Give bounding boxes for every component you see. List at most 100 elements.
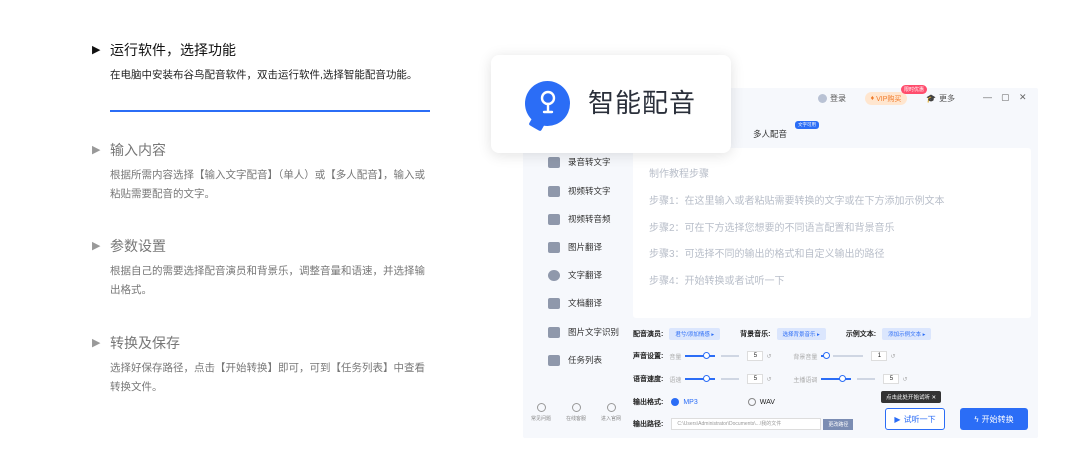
website-button[interactable]: 进入官网 [597,403,625,422]
triangle-right-icon: ▶ [92,240,101,252]
card-title: 智能配音 [588,88,697,118]
sidebar-item-ocr[interactable]: 图片文字识别 [548,326,619,338]
service-icon [571,403,581,412]
step-title: 输入内容 [110,142,166,158]
radio-wav[interactable] [747,398,756,406]
triangle-right-icon: ▶ [92,337,101,349]
website-label: 进入官网 [600,416,621,422]
sidebar-item-speech-to-text[interactable]: 录音转文字 [548,156,611,168]
try-listen-button[interactable]: ▶ 试听一下 [885,408,945,430]
step-3: ▶ 参数设置 根据自己的需要选择配音演员和背景乐，调整音量和语速，并选择输出格式。 [92,236,432,300]
format-label: 输出格式: [633,399,664,406]
step-title: 参数设置 [110,238,166,254]
try-label: 试听一下 [903,414,936,424]
sidebar-item-label: 录音转文字 [568,157,611,167]
volume-row: 声音设置: 音量 5 ↺ 背景音量 1 ↺ [633,351,895,361]
start-convert-button[interactable]: ϟ 开始转换 [960,408,1028,430]
reset-icon[interactable]: ↺ [890,353,895,360]
service-label: 在线客服 [565,416,586,422]
tutorial-line: 步骤4：开始转换或者试听一下 [649,275,785,287]
reset-icon[interactable]: ↺ [766,376,771,383]
video-icon [548,185,560,197]
smart-dubbing-icon [525,81,570,126]
speed-label: 语音速度: [633,376,664,383]
bg-volume-value[interactable]: 1 [871,351,888,361]
pitch-slider[interactable] [821,375,852,382]
tutorial-title: 制作教程步骤 [649,169,709,180]
wav-label[interactable]: WAV [760,399,775,406]
speed-slider[interactable] [685,375,716,382]
triangle-right-icon: ▶ [92,44,101,56]
start-label: 开始转换 [981,414,1014,424]
list-icon [548,354,560,366]
bgm-label: 背景音乐: [740,331,771,338]
pitch-value[interactable]: 5 [883,374,900,384]
sidebar-item-label: 视频转文字 [568,186,611,196]
slider-knob[interactable] [703,352,711,359]
speed-row: 语音速度: 语速 5 ↺ 主播语调 5 ↺ [633,374,907,384]
help-button[interactable]: 常见问题 [527,403,555,422]
try-tooltip: 点击此处开始试听 ✕ [881,391,942,403]
volume-slider[interactable] [685,352,716,359]
volume-sub: 音量 [669,354,682,361]
help-label: 常见问题 [530,416,551,422]
sidebar-item-image-translate[interactable]: 图片翻译 [548,241,602,253]
slider-knob[interactable] [703,375,711,382]
radio-mp3[interactable] [671,398,680,406]
reset-icon[interactable]: ↺ [902,376,907,383]
speed-sub: 语速 [669,377,682,384]
step-desc: 根据所需内容选择【输入文字配音】（单人）或【多人配音】，输入或粘贴需要配音的文字… [110,169,425,200]
actor-select[interactable]: 君兮/添加情感 ▸ [669,328,721,340]
sidebar-item-label: 文档翻译 [568,298,603,308]
image-icon [548,241,560,253]
slider-track [833,355,864,357]
vip-button[interactable]: ♦ VIP购买 [865,92,907,105]
sidebar-item-video-to-audio[interactable]: 视频转音频 [548,213,611,225]
tab-multi-voice[interactable]: 多人配音 [753,128,787,140]
step-2: ▶ 输入内容 根据所需内容选择【输入文字配音】（单人）或【多人配音】，输入或粘贴需… [92,140,432,204]
output-path-field[interactable]: C:\Users\Administrator\Documents\...\我的文… [671,418,822,430]
close-button[interactable]: ✕ [1019,92,1027,103]
sample-label: 示例文本: [845,331,877,338]
tutorial-line: 步骤1：在这里输入或者粘贴需要转换的文字或在下方添加示例文本 [649,196,945,207]
play-icon: ▶ [894,414,901,424]
sidebar-item-text-translate[interactable]: 文字翻译 [548,269,602,281]
sidebar-item-task-list[interactable]: 任务列表 [548,354,602,366]
sidebar-item-label: 图片翻译 [568,242,603,252]
mp3-label[interactable]: MP3 [683,399,697,406]
path-row: 输出路径: C:\Users\Administrator\Documents\.… [633,418,854,430]
actor-label: 配音演员: [633,331,664,338]
slider-knob[interactable] [839,375,847,382]
vip-label: VIP购买 [876,95,902,103]
login-button[interactable]: 登录 [818,93,846,104]
pitch-sub: 主播语调 [793,377,818,384]
slider-knob[interactable] [823,352,831,359]
service-button[interactable]: 在线客服 [562,403,590,422]
sidebar-item-doc-translate[interactable]: 文档翻译 [548,297,602,309]
bg-volume-sub: 背景音量 [793,354,818,361]
speed-value[interactable]: 5 [747,374,764,384]
vip-badge: 限时优惠 [901,85,928,94]
sidebar-item-video-to-text[interactable]: 视频转文字 [548,185,611,197]
volume-value[interactable]: 5 [747,351,764,361]
bgm-select[interactable]: 选择背景音乐 ▸ [776,328,826,340]
sample-select[interactable]: 添加示例文本 ▸ [882,328,932,340]
mic-chat-icon [548,156,560,168]
lightning-icon: ϟ [974,414,979,424]
more-button[interactable]: 🎓 更多 [926,93,955,104]
minimize-button[interactable]: — [983,92,992,102]
sidebar-footer: 常见问题 在线客服 进入官网 [527,403,625,422]
feature-card: 智能配音 [491,55,731,153]
change-path-button[interactable]: 更改路径 [823,418,854,430]
bg-volume-slider[interactable] [821,352,831,359]
maximize-button[interactable]: ▢ [1001,92,1010,103]
text-input-area[interactable]: 制作教程步骤 步骤1：在这里输入或者粘贴需要转换的文字或在下方添加示例文本 步骤… [633,148,1031,318]
video-audio-icon [548,213,560,225]
slider-track [857,378,876,380]
tutorial-line: 步骤3：可选择不同的输出的格式和自定义输出的路径 [649,249,885,260]
sidebar-item-label: 视频转音频 [568,214,611,224]
ocr-icon [548,326,560,338]
reset-icon[interactable]: ↺ [766,353,771,360]
help-icon [536,403,546,412]
triangle-right-icon: ▶ [92,144,101,156]
